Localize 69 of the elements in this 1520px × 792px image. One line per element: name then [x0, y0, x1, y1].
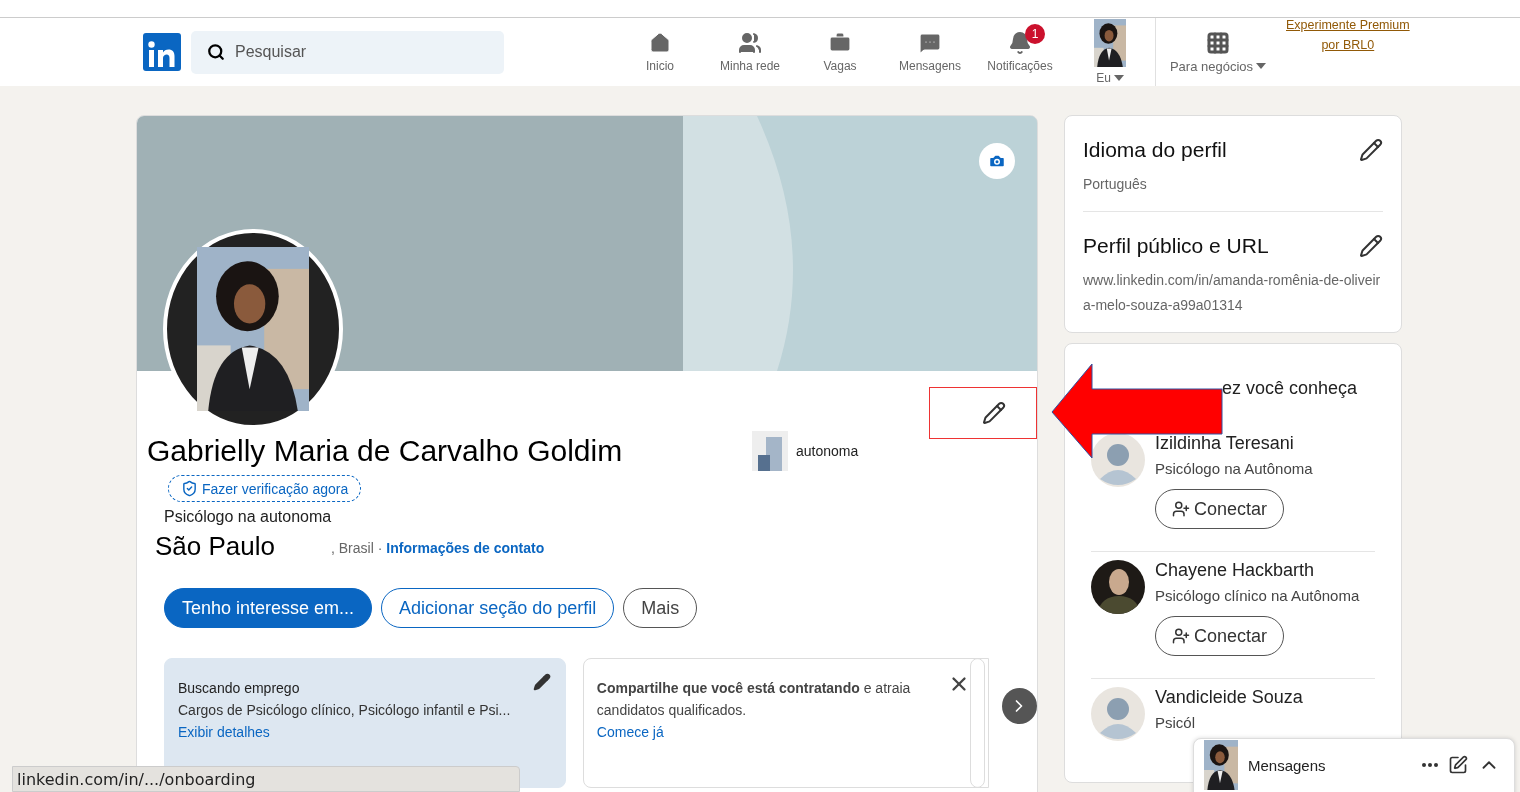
person-headline: Psicólogo clínico na Autônoma: [1155, 587, 1360, 604]
add-person-icon: [1172, 627, 1190, 645]
pencil-icon: [982, 401, 1006, 425]
profile-action-button[interactable]: Tenho interesse em...: [164, 588, 373, 628]
person-headline: Psicól: [1155, 714, 1196, 731]
edit-button[interactable]: [929, 387, 1037, 439]
card-text: Compartilhe que você está contratando e atraia candidatos qualificados.: [596, 679, 912, 720]
search-icon: [207, 42, 225, 61]
messaging-bar[interactable]: Mensagens: [1193, 738, 1515, 792]
profile-action-button[interactable]: Adicionar seção do perfil: [381, 588, 615, 628]
profile-action-button[interactable]: Mais: [623, 588, 698, 628]
section-value: Português: [1083, 175, 1148, 194]
edit-button[interactable]: [1359, 234, 1383, 258]
apps-grid-icon: [1206, 30, 1230, 55]
card-title: Buscando emprego: [178, 679, 301, 698]
company-name: autonoma: [796, 443, 859, 459]
bell-icon: [1008, 31, 1032, 55]
notification-badge: 1: [1025, 24, 1045, 44]
compose-button[interactable]: [1448, 755, 1468, 775]
compose-icon: [1448, 755, 1468, 775]
country-text: , Brasil ·: [331, 540, 383, 556]
pencil-icon: [532, 673, 551, 691]
section-title: Perfil público e URL: [1083, 234, 1269, 258]
profile-name: Gabrielly Maria de Carvalho Goldim: [147, 434, 624, 468]
contact-info-link[interactable]: Informações de contato: [386, 540, 545, 556]
nav-item[interactable]: Notificações 1: [975, 18, 1065, 86]
nav-item[interactable]: Mensagens: [885, 18, 975, 86]
add-person-icon: [1172, 500, 1190, 518]
search-field[interactable]: Pesquisar: [191, 30, 504, 74]
people-icon: [738, 31, 762, 55]
logo[interactable]: [143, 33, 181, 71]
nav-item[interactable]: Minha rede: [705, 18, 795, 86]
nav-item[interactable]: Vagas: [795, 18, 885, 86]
card-text: Cargos de Psicólogo clínico, Psicólogo infantil e Psi...: [178, 701, 512, 720]
camera-icon: [988, 152, 1006, 170]
person-name[interactable]: Izildinha Teresani: [1155, 433, 1313, 454]
chat-icon: [918, 31, 942, 55]
card-link[interactable]: Exibir detalhes: [178, 721, 270, 743]
company-logo: [752, 431, 788, 471]
section-value: www.linkedin.com/in/amanda-romênia-de-oliveira-melo-souza-a99a01314: [1083, 271, 1382, 315]
business-menu[interactable]: Para negócios: [1156, 18, 1280, 86]
card-link[interactable]: Comece já: [596, 721, 664, 743]
profile-headline: Psicólogo na autonoma: [164, 508, 333, 526]
person-headline: Psicólogo na Autônoma: [1155, 460, 1313, 477]
profile-menu[interactable]: Eu: [1065, 18, 1155, 86]
suggestions-heading: ez você conheça: [1222, 378, 1359, 399]
more-button[interactable]: [1422, 763, 1438, 767]
status-url: linkedin.com/in/.../onboarding: [12, 766, 520, 792]
more-icon: [1422, 763, 1438, 767]
person-name[interactable]: Vandicleide Souza: [1155, 687, 1303, 708]
person-name[interactable]: Chayene Hackbarth: [1155, 560, 1360, 581]
home-icon: [648, 31, 672, 55]
caret-icon: [1113, 75, 1124, 81]
connect-button[interactable]: Conectar: [1155, 489, 1285, 529]
pencil-icon: [1359, 234, 1383, 258]
connect-button[interactable]: Conectar: [1155, 616, 1285, 656]
caret-icon: [1256, 63, 1267, 69]
city-text: São Paulo: [155, 530, 276, 562]
in-logo-icon: [147, 41, 177, 67]
section-title: Idioma do perfil: [1083, 138, 1227, 162]
messaging-title: Mensagens: [1248, 756, 1327, 774]
shield-icon: [181, 480, 198, 497]
nav-item[interactable]: Inicio: [615, 18, 705, 86]
next-button[interactable]: [1001, 688, 1037, 724]
premium-link[interactable]: Experimente Premium por BRL0: [1286, 18, 1410, 86]
pencil-icon: [1359, 138, 1383, 162]
edit-button[interactable]: [1359, 138, 1383, 162]
arrow-icon: [1050, 363, 1224, 459]
edit-button[interactable]: [532, 673, 551, 691]
